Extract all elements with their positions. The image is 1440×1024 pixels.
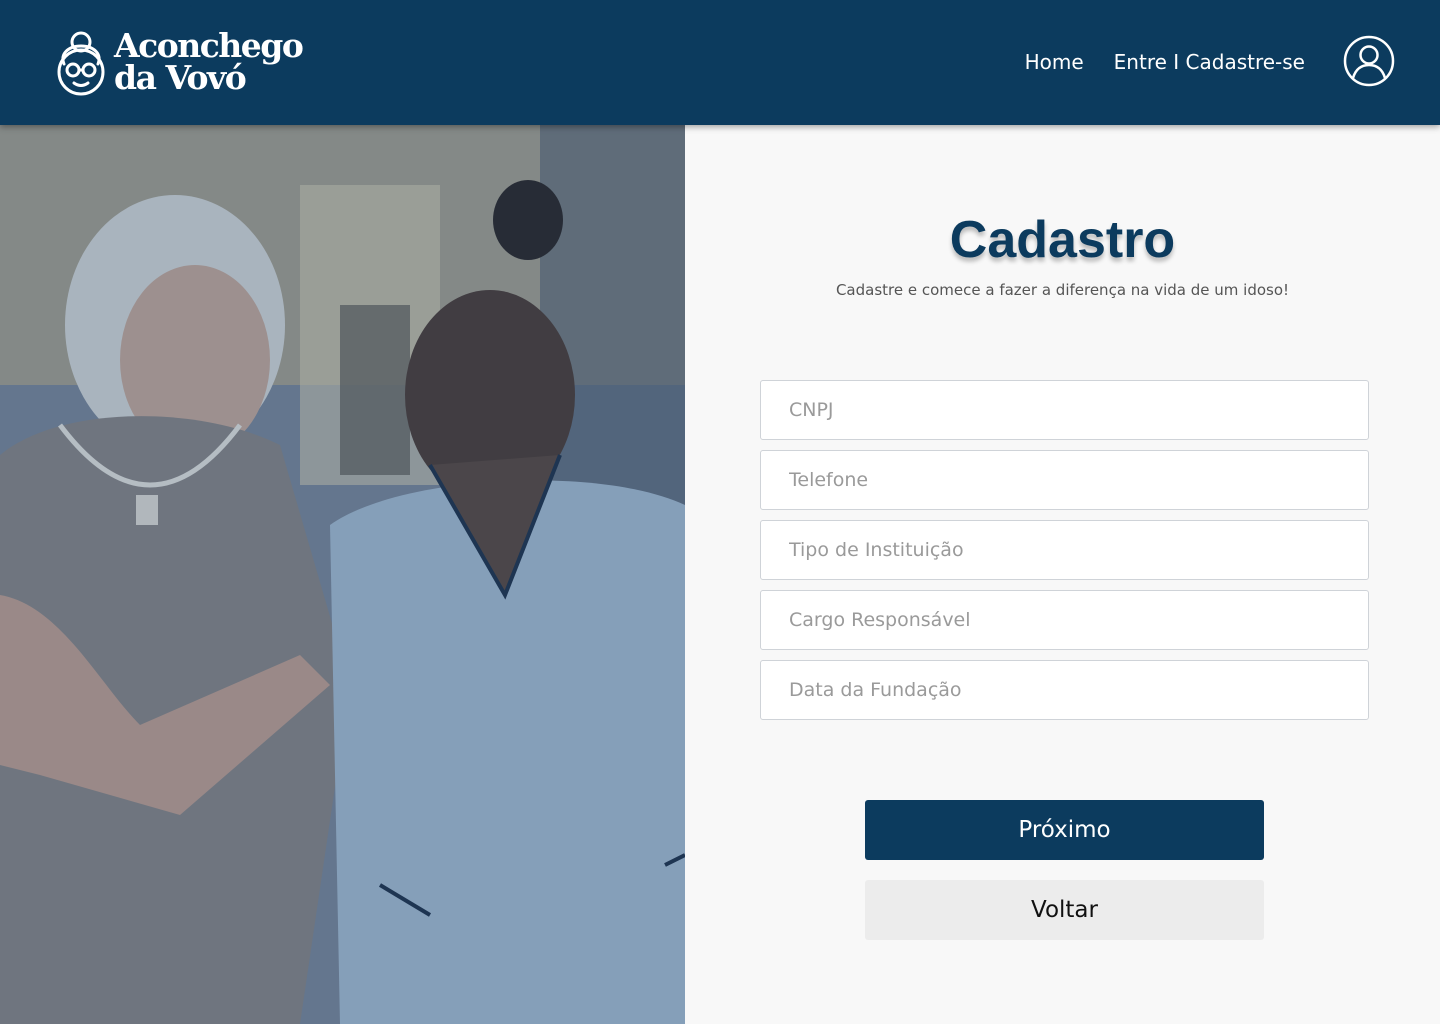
page-title: Cadastro [949, 211, 1176, 269]
grandma-logo-icon [57, 31, 105, 96]
main-nav: Home Entre I Cadastre-se [1025, 48, 1305, 76]
next-button[interactable]: Próximo [865, 800, 1264, 860]
page-subtitle: Cadastre e comece a fazer a diferença na… [835, 281, 1290, 299]
brand-name: Aconchego da Vovó [114, 29, 304, 97]
foundation-date-field[interactable] [760, 660, 1369, 720]
cnpj-field[interactable] [760, 380, 1369, 440]
photo-illustration [0, 125, 685, 1024]
hero-photo-caregiver-and-elderly [0, 125, 685, 1024]
phone-field[interactable] [760, 450, 1369, 510]
back-button[interactable]: Voltar [865, 880, 1264, 940]
top-header: Aconchego da Vovó Home Entre I Cadastre-… [0, 0, 1440, 125]
signup-form-panel: Cadastro Cadastre e comece a fazer a dif… [685, 125, 1440, 1024]
brand-logo[interactable]: Aconchego da Vovó [54, 28, 304, 97]
responsible-role-field[interactable] [760, 590, 1369, 650]
institution-type-field[interactable] [760, 520, 1369, 580]
user-profile-icon[interactable] [1343, 35, 1395, 87]
nav-login-signup-link[interactable]: Entre I Cadastre-se [1114, 48, 1305, 76]
nav-home-link[interactable]: Home [1025, 48, 1084, 76]
brand-name-line2: da Vovó [114, 58, 247, 97]
